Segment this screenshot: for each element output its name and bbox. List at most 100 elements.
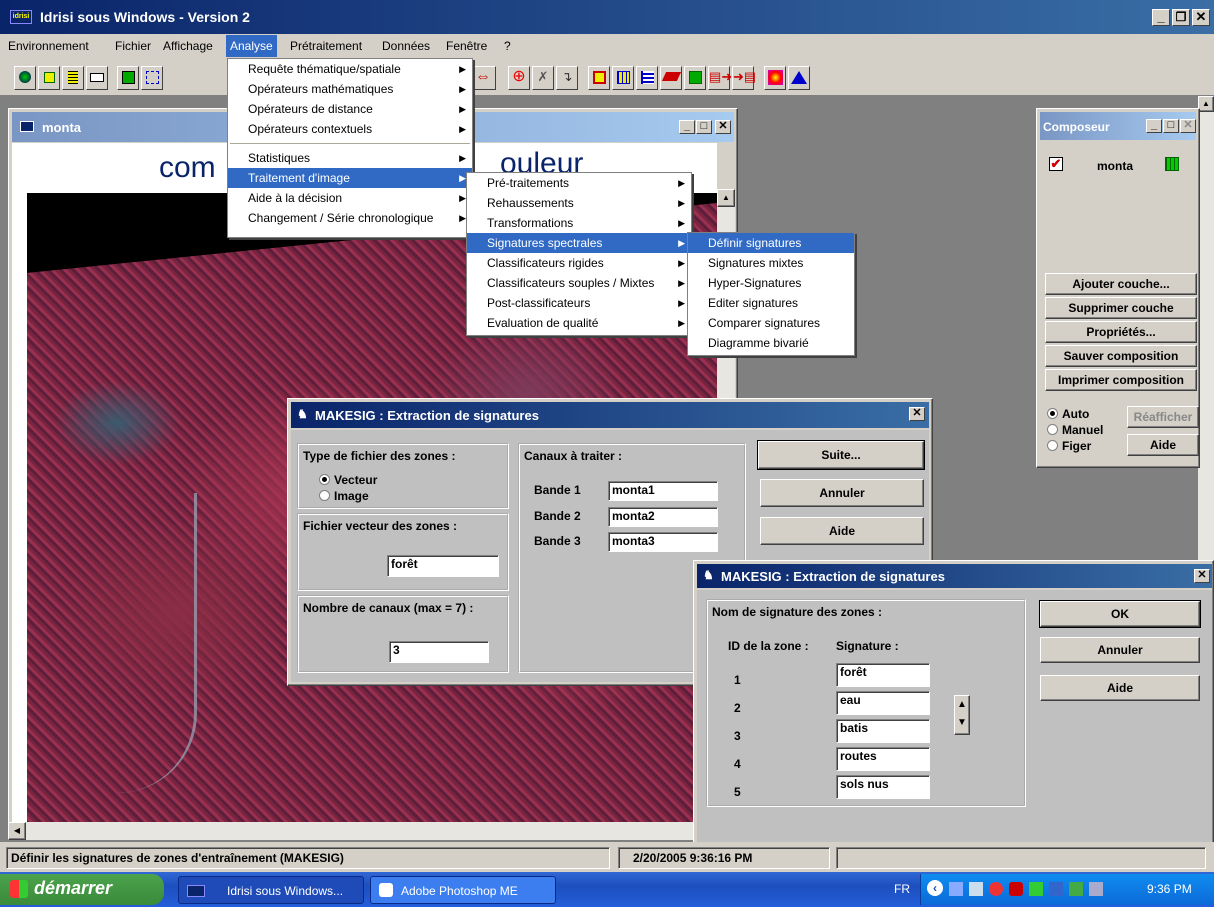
minimize-button[interactable]: _: [1152, 9, 1170, 26]
menu-item-aide-decision[interactable]: Aide à la décision ▶: [228, 188, 472, 208]
tray-shield-icon[interactable]: [1029, 882, 1043, 896]
print-tool-icon[interactable]: [86, 66, 108, 90]
task-idrisi[interactable]: Idrisi sous Windows...: [178, 876, 364, 904]
dialog1-close-button[interactable]: ✕: [909, 407, 925, 421]
shape-tool-icon[interactable]: [660, 66, 682, 90]
tray-clock[interactable]: 9:36 PM: [1147, 882, 1192, 896]
channels-input[interactable]: 3: [389, 641, 489, 663]
radio-vecteur[interactable]: Vecteur: [319, 473, 377, 487]
signature-input-5[interactable]: sols nus: [836, 775, 930, 799]
menu-item-comparer-signatures[interactable]: Comparer signatures: [688, 313, 854, 333]
add-layer-button[interactable]: Ajouter couche...: [1045, 273, 1197, 295]
start-button[interactable]: démarrer: [0, 874, 164, 905]
radio-image[interactable]: Image: [319, 489, 369, 503]
restore-button[interactable]: ❐: [1172, 9, 1190, 26]
dialog2-cancel-button[interactable]: Annuler: [1040, 637, 1200, 663]
dialog2-help-button[interactable]: Aide: [1040, 675, 1200, 701]
menu-item-transformations[interactable]: Transformations ▶: [467, 213, 691, 233]
menu-affichage[interactable]: Affichage: [163, 39, 213, 53]
layer-checkbox[interactable]: ✔: [1049, 157, 1063, 171]
menu-item-operateurs-math[interactable]: Opérateurs mathématiques ▶: [228, 79, 472, 99]
image-close-button[interactable]: ✕: [715, 120, 731, 134]
close-button[interactable]: ✕: [1192, 9, 1210, 26]
export-tool-icon[interactable]: ▤➜: [708, 66, 732, 90]
terrain-tool-icon[interactable]: [788, 66, 810, 90]
print-composition-button[interactable]: Imprimer composition: [1045, 369, 1197, 391]
signature-input-3[interactable]: batis: [836, 719, 930, 743]
image-minimize-button[interactable]: _: [679, 120, 695, 134]
dialog1-help-button[interactable]: Aide: [760, 517, 924, 545]
menu-item-operateurs-distance[interactable]: Opérateurs de distance ▶: [228, 99, 472, 119]
map-tool-icon[interactable]: [117, 66, 139, 90]
menu-environnement[interactable]: Environnement: [8, 39, 89, 53]
menu-help[interactable]: ?: [504, 39, 511, 53]
menu-donnees[interactable]: Données: [382, 39, 430, 53]
menu-item-signatures-mixtes[interactable]: Signatures mixtes: [688, 253, 854, 273]
menu-item-definir-signatures[interactable]: Définir signatures: [688, 233, 854, 253]
tray-update-icon[interactable]: [1049, 882, 1063, 896]
layer-properties-button[interactable]: Propriétés...: [1045, 321, 1197, 343]
radio-manuel[interactable]: Manuel: [1047, 423, 1103, 437]
vector-file-input[interactable]: forêt: [387, 555, 499, 577]
main-scroll-up-icon[interactable]: ▲: [1198, 96, 1214, 112]
layer-palette-icon[interactable]: [1165, 157, 1179, 171]
refresh-button[interactable]: Réafficher: [1127, 406, 1199, 428]
composer-minimize-button[interactable]: _: [1146, 119, 1162, 133]
query-tool-icon[interactable]: [141, 66, 163, 90]
table-tool-icon[interactable]: [588, 66, 610, 90]
tray-display-icon[interactable]: [1069, 882, 1083, 896]
signature-input-1[interactable]: forêt: [836, 663, 930, 687]
menu-item-hyper-signatures[interactable]: Hyper-Signatures: [688, 273, 854, 293]
menu-item-diagramme-bivarie[interactable]: Diagramme bivarié: [688, 333, 854, 353]
tray-network-icon[interactable]: [949, 882, 963, 896]
menu-pretraitement[interactable]: Prétraitement: [290, 39, 362, 53]
ok-button[interactable]: OK: [1039, 600, 1201, 628]
menu-item-signatures-spectrales[interactable]: Signatures spectrales ▶: [467, 233, 691, 253]
task-photoshop[interactable]: Adobe Photoshop ME: [370, 876, 556, 904]
burst-tool-icon[interactable]: [764, 66, 786, 90]
next-button[interactable]: Suite...: [757, 440, 925, 470]
menu-fenetre[interactable]: Fenêtre: [446, 39, 487, 53]
tray-monitor-icon[interactable]: [1089, 882, 1103, 896]
tray-security-icon[interactable]: [989, 882, 1003, 896]
composer-maximize-button[interactable]: □: [1163, 119, 1179, 133]
radio-figer[interactable]: Figer: [1047, 439, 1091, 453]
menu-item-changement[interactable]: Changement / Série chronologique ▶: [228, 208, 472, 228]
tool-arrow-icon[interactable]: ↴: [556, 66, 578, 90]
green-grid-tool-icon[interactable]: [684, 66, 706, 90]
tray-expand-icon[interactable]: ‹: [927, 880, 943, 896]
remove-layer-button[interactable]: Supprimer couche: [1045, 297, 1197, 319]
menu-item-classificateurs-rigides[interactable]: Classificateurs rigides ▶: [467, 253, 691, 273]
tray-antivirus-icon[interactable]: [1009, 882, 1023, 896]
menu-fichier[interactable]: Fichier: [115, 39, 151, 53]
menu-item-statistiques[interactable]: Statistiques ▶: [228, 148, 472, 168]
save-composition-button[interactable]: Sauver composition: [1045, 345, 1197, 367]
import-tool-icon[interactable]: ➜▤: [732, 66, 756, 90]
scroll-left-arrow-icon[interactable]: ◀: [8, 822, 26, 840]
image-maximize-button[interactable]: □: [696, 120, 712, 134]
layer-name[interactable]: monta: [1097, 159, 1133, 173]
swap-tool-icon[interactable]: ⇔: [470, 66, 496, 90]
band1-input[interactable]: monta1: [608, 481, 718, 501]
tool-x-icon[interactable]: ✗: [532, 66, 554, 90]
menu-item-classificateurs-souples[interactable]: Classificateurs souples / Mixtes ▶: [467, 273, 691, 293]
dialog2-close-button[interactable]: ✕: [1194, 569, 1210, 583]
scroll-up-arrow-icon[interactable]: ▲: [717, 189, 735, 207]
target-tool-icon[interactable]: ⊕: [508, 66, 530, 90]
app-icon[interactable]: idrisi: [10, 10, 32, 24]
globe-tool-icon[interactable]: [14, 66, 36, 90]
band3-input[interactable]: monta3: [608, 532, 718, 552]
band2-input[interactable]: monta2: [608, 507, 718, 527]
menu-item-traitement-image[interactable]: Traitement d'image ▶: [228, 168, 472, 188]
menu-item-operateurs-contextuels[interactable]: Opérateurs contextuels ▶: [228, 119, 472, 139]
row-spinner-icon[interactable]: ▲ ▼: [954, 695, 970, 735]
grid-tool-icon[interactable]: [612, 66, 634, 90]
menu-item-rehaussements[interactable]: Rehaussements ▶: [467, 193, 691, 213]
menu-item-post-classificateurs[interactable]: Post-classificateurs ▶: [467, 293, 691, 313]
menu-item-pretraitements[interactable]: Pré-traitements ▶: [467, 173, 691, 193]
menu-analyse[interactable]: Analyse: [226, 35, 277, 57]
menu-item-evaluation-qualite[interactable]: Evaluation de qualité ▶: [467, 313, 691, 333]
list-tool-icon[interactable]: [62, 66, 84, 90]
radio-auto[interactable]: Auto: [1047, 407, 1089, 421]
language-indicator[interactable]: FR: [894, 882, 910, 896]
